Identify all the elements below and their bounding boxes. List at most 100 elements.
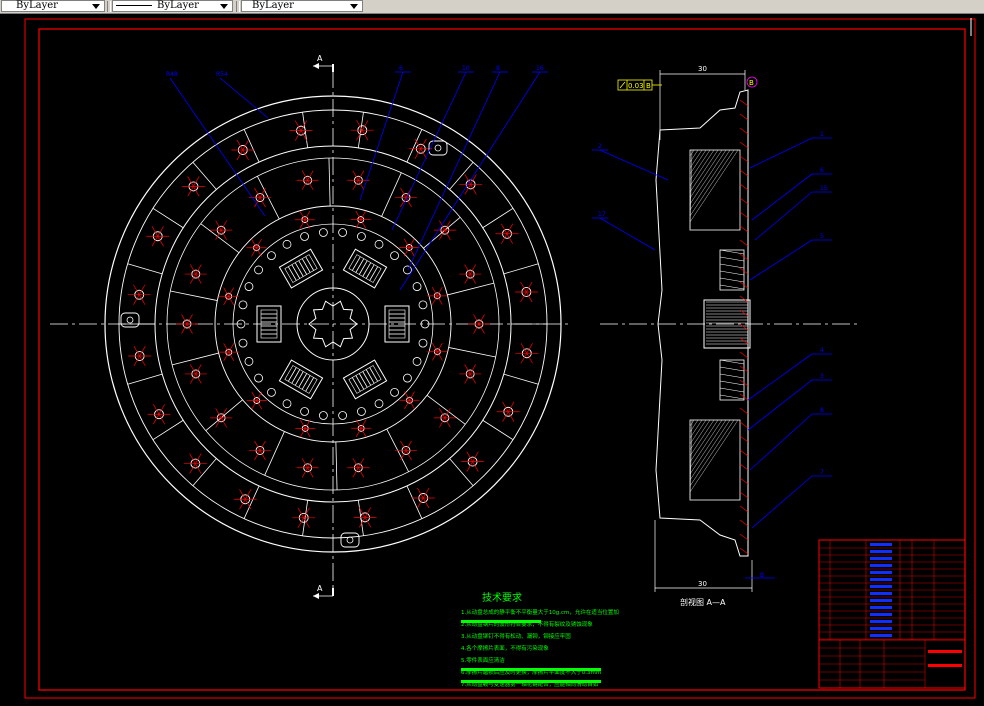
segment-divider [192,162,217,190]
segment-divider [328,158,331,207]
section-hatch [689,419,707,445]
spring-coil [305,377,315,392]
spring-coil [369,266,379,281]
part-balloon-label: 3 [820,373,824,380]
spring-coil [719,263,745,269]
spring-section [719,249,745,291]
datum-bottom-label: B [760,572,764,579]
title-name-bar [928,650,962,653]
damper-hole [418,338,428,348]
damper-hole [357,232,366,241]
linetype-dropdown[interactable]: ByLayer [112,0,233,12]
part-balloon-label: 6 [399,65,403,72]
title-entry [870,627,892,630]
technical-requirements: 技术要求 1.从动盘总成的静平衡不平衡量大于10g.cm，允许在适当位置加2.从… [461,591,619,688]
friction-hatch [739,351,749,359]
friction-hatch [739,169,749,177]
section-hatch [689,149,707,175]
title-block [818,539,966,689]
section-view-caption: 剖视图 A—A [680,597,726,607]
tech-requirements-title: 技术要求 [482,591,522,604]
layer-dropdown[interactable]: ByLayer [1,0,105,12]
segment-divider [503,263,539,275]
segment-divider [243,129,260,163]
chevron-down-icon[interactable] [218,1,230,11]
spring-coil [287,367,297,382]
spring-coil [351,256,361,271]
title-entry [870,606,892,609]
friction-hatch [739,547,749,555]
damper-hole [412,282,422,291]
section-hatch [689,149,723,199]
section-hatch [689,149,699,163]
damper-hole [357,407,366,416]
friction-hatch [739,127,749,135]
friction-hatch [739,407,749,415]
damper-hole [418,300,428,310]
spring-coil [719,394,745,400]
section-hatch [689,149,727,205]
spring-coil [365,264,375,279]
spring-coil [719,373,745,379]
lug-hole [346,536,354,544]
part-balloon-label: 2 [598,143,602,150]
segment-divider [482,207,514,229]
linetype-swatch [116,5,152,6]
notes-underline [461,620,541,623]
clutch-disc-section-view[interactable] [655,89,751,557]
tech-note-line: 3.从动盘铆钉不得有松动、漏铆，铆接应牢固 [461,632,571,640]
spring-coil [355,258,365,273]
leader-line [749,137,813,169]
title-name-bar [928,664,962,667]
leader-line [599,217,656,251]
damper-hole [338,411,348,420]
segment-divider [192,458,217,486]
damper-section [689,419,741,501]
section-hatch [689,149,711,181]
section-marker-bottom: A [313,584,334,599]
spring-coil [358,373,368,388]
lineweight-dropdown[interactable]: ByLayer [241,0,363,12]
damper-section [689,149,741,231]
damper-hole [254,373,263,383]
damper-hole [338,228,348,237]
spring-coil [358,260,368,275]
datum-top-label: B [749,79,754,87]
title-entry [870,557,892,560]
segment-divider [243,485,260,519]
damper-hole [300,407,309,416]
section-hatch [689,149,739,223]
damper-hole [267,251,276,261]
segment-divider [152,207,184,229]
segment-divider [172,352,219,366]
linetype-dropdown-value: ByLayer [157,0,199,11]
spring-coil [719,380,745,386]
friction-hatch [739,183,749,191]
chevron-down-icon[interactable] [90,1,102,11]
spring-coil [351,377,361,392]
spring-coil [369,367,379,382]
spring-coil [298,260,308,275]
segment-divider [449,458,474,486]
part-balloon-label: 7 [820,469,824,476]
spring-coil [719,270,745,276]
chevron-down-icon[interactable] [348,1,360,11]
inner-frame [38,28,966,691]
title-entry [870,599,892,602]
damper-hole [238,300,248,310]
drawing-canvas[interactable]: A A 30 30 0.03 B B B 剖视图 A—A 6 10 8 16R4… [0,14,984,706]
section-hatch [689,419,699,433]
segment-divider [406,485,423,519]
spring-coil [719,249,745,255]
friction-hatch [739,211,749,219]
segment-divider [381,172,402,217]
friction-hatch [739,239,749,247]
spring-coil [355,375,365,390]
notes-underline [461,668,601,671]
friction-hatch [739,141,749,149]
friction-hatch [739,197,749,205]
damper-hole [390,387,399,397]
lineweight-dropdown-value: ByLayer [252,0,294,11]
spring-coil [719,256,745,262]
title-entry [870,564,892,567]
